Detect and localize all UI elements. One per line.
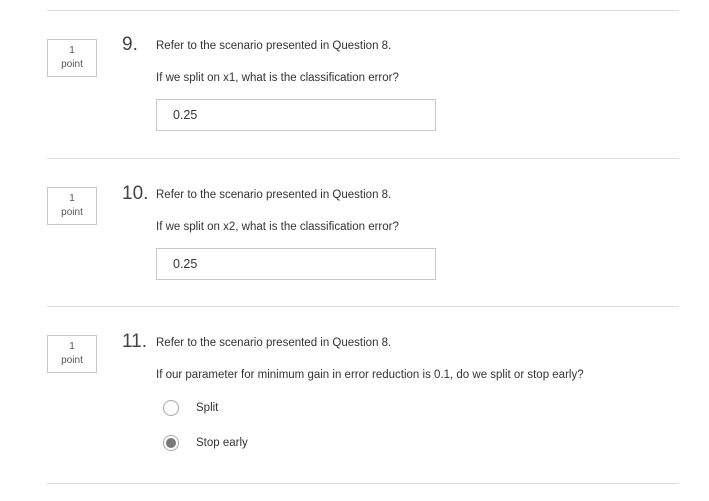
question-number: 10.: [122, 183, 149, 204]
question-prompt: If we split on x1, what is the classific…: [156, 72, 399, 84]
points-badge: 1 point: [47, 335, 97, 373]
radio-split[interactable]: [163, 400, 179, 416]
points-value: 1: [69, 193, 75, 204]
question-prompt: If our parameter for minimum gain in err…: [156, 369, 584, 381]
points-unit: point: [61, 59, 83, 70]
option-label: Stop early: [196, 437, 248, 449]
points-badge: 1 point: [47, 187, 97, 225]
question-number: 9.: [122, 34, 138, 55]
option-split[interactable]: Split: [163, 398, 218, 418]
points-unit: point: [61, 355, 83, 366]
question-intro: Refer to the scenario presented in Quest…: [156, 40, 392, 52]
answer-input[interactable]: 0.25: [156, 99, 436, 131]
divider-bottom: [47, 483, 679, 484]
points-value: 1: [69, 45, 75, 56]
divider: [47, 306, 679, 307]
question-number: 11.: [122, 331, 148, 352]
answer-input[interactable]: 0.25: [156, 248, 436, 280]
option-stop-early[interactable]: Stop early: [163, 433, 248, 453]
points-unit: point: [61, 207, 83, 218]
question-prompt: If we split on x2, what is the classific…: [156, 221, 399, 233]
points-badge: 1 point: [47, 39, 97, 77]
question-intro: Refer to the scenario presented in Quest…: [156, 337, 392, 349]
quiz-page: 1 point 9. Refer to the scenario present…: [0, 0, 709, 501]
divider-top: [47, 10, 679, 11]
option-label: Split: [196, 402, 219, 414]
radio-stop-early[interactable]: [163, 435, 179, 451]
question-intro: Refer to the scenario presented in Quest…: [156, 189, 392, 201]
divider: [47, 158, 679, 159]
points-value: 1: [69, 341, 75, 352]
